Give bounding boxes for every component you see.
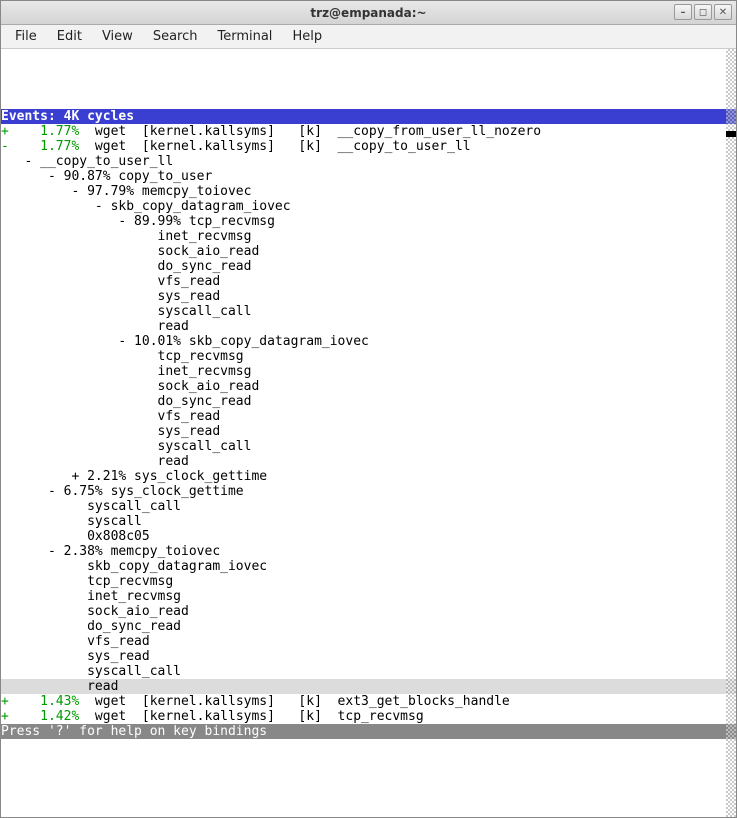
term-line: do_sync_read xyxy=(1,619,736,634)
menu-edit[interactable]: Edit xyxy=(47,26,92,47)
profile-row: + 1.77% wget [kernel.kallsyms] [k] __cop… xyxy=(1,124,736,139)
profile-row: + 1.42% wget [kernel.kallsyms] [k] tcp_r… xyxy=(1,709,736,724)
scrollbar-track[interactable] xyxy=(726,49,736,817)
term-line: sock_aio_read xyxy=(1,604,736,619)
term-line: Events: 4K cycles xyxy=(1,109,736,124)
term-line: tcp_recvmsg xyxy=(1,574,736,589)
window-controls: – ◻ ✕ xyxy=(674,4,732,20)
menu-help[interactable]: Help xyxy=(282,26,332,47)
term-line: - 89.99% tcp_recvmsg xyxy=(1,214,736,229)
term-line: - 97.79% memcpy_toiovec xyxy=(1,184,736,199)
menubar: File Edit View Search Terminal Help xyxy=(1,25,736,49)
profile-row: - 1.77% wget [kernel.kallsyms] [k] __cop… xyxy=(1,139,736,154)
terminal-window: trz@empanada:~ – ◻ ✕ File Edit View Sear… xyxy=(0,0,737,818)
term-line: read xyxy=(1,679,736,694)
term-line: - 6.75% sys_clock_gettime xyxy=(1,484,736,499)
terminal-content: Events: 4K cycles + 1.77% wget [kernel.k… xyxy=(1,109,736,739)
term-line: - __copy_to_user_ll xyxy=(1,154,736,169)
term-line: sys_read xyxy=(1,424,736,439)
term-line: do_sync_read xyxy=(1,259,736,274)
term-line: vfs_read xyxy=(1,274,736,289)
term-line: sock_aio_read xyxy=(1,244,736,259)
window-title: trz@empanada:~ xyxy=(310,6,426,20)
term-line: - skb_copy_datagram_iovec xyxy=(1,199,736,214)
term-line: skb_copy_datagram_iovec xyxy=(1,559,736,574)
term-line: inet_recvmsg xyxy=(1,364,736,379)
term-line: inet_recvmsg xyxy=(1,589,736,604)
term-line: sys_read xyxy=(1,649,736,664)
close-button[interactable]: ✕ xyxy=(714,4,732,20)
term-line: + 2.21% sys_clock_gettime xyxy=(1,469,736,484)
term-line: tcp_recvmsg xyxy=(1,349,736,364)
term-line: 0x808c05 xyxy=(1,529,736,544)
term-line: sys_read xyxy=(1,289,736,304)
term-line: - 10.01% skb_copy_datagram_iovec xyxy=(1,334,736,349)
term-line: syscall_call xyxy=(1,499,736,514)
minimize-button[interactable]: – xyxy=(674,4,692,20)
term-line: do_sync_read xyxy=(1,394,736,409)
terminal-body[interactable]: Events: 4K cycles + 1.77% wget [kernel.k… xyxy=(1,49,736,817)
menu-view[interactable]: View xyxy=(92,26,143,47)
term-line: - 90.87% copy_to_user xyxy=(1,169,736,184)
term-line: syscall_call xyxy=(1,304,736,319)
term-line: read xyxy=(1,454,736,469)
term-line: vfs_read xyxy=(1,409,736,424)
term-line: Press '?' for help on key bindings xyxy=(1,724,736,739)
menu-terminal[interactable]: Terminal xyxy=(207,26,282,47)
profile-row: + 1.43% wget [kernel.kallsyms] [k] ext3_… xyxy=(1,694,736,709)
menu-search[interactable]: Search xyxy=(143,26,208,47)
term-line: syscall_call xyxy=(1,664,736,679)
term-line: sock_aio_read xyxy=(1,379,736,394)
scrollbar-thumb[interactable] xyxy=(726,131,736,137)
term-line: syscall xyxy=(1,514,736,529)
term-line: syscall_call xyxy=(1,439,736,454)
menu-file[interactable]: File xyxy=(5,26,47,47)
titlebar: trz@empanada:~ – ◻ ✕ xyxy=(1,1,736,25)
maximize-button[interactable]: ◻ xyxy=(694,4,712,20)
term-line: read xyxy=(1,319,736,334)
term-line: inet_recvmsg xyxy=(1,229,736,244)
term-line: vfs_read xyxy=(1,634,736,649)
term-line: - 2.38% memcpy_toiovec xyxy=(1,544,736,559)
